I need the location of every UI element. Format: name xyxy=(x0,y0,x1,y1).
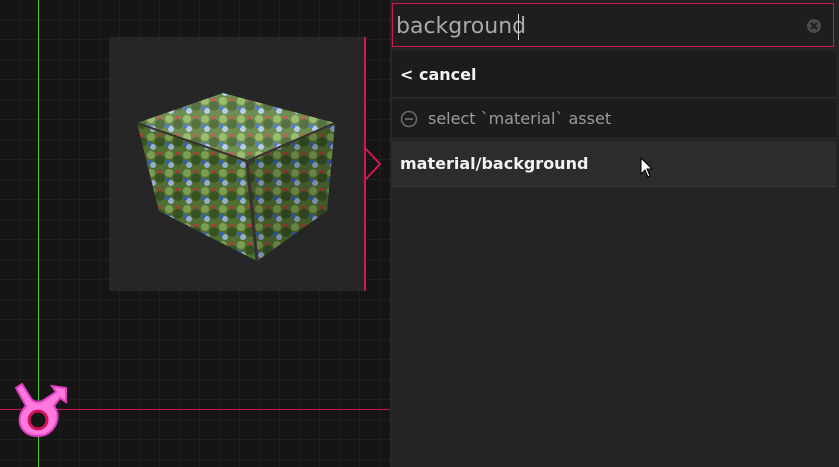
select-hint-label: select `material` asset xyxy=(428,109,612,128)
select-asset-hint: select `material` asset xyxy=(392,99,836,139)
result-item-material-background[interactable]: material/background xyxy=(392,141,836,187)
asset-preview xyxy=(109,37,365,291)
result-item-label: material/background xyxy=(400,154,589,173)
preview-pointer-icon xyxy=(364,148,382,180)
text-caret xyxy=(518,14,519,40)
search-input[interactable] xyxy=(396,12,786,40)
clear-circle-icon[interactable] xyxy=(806,18,822,34)
textured-cube-preview xyxy=(136,93,336,262)
cancel-button[interactable]: < cancel xyxy=(392,51,836,98)
origin-gizmo-icon[interactable] xyxy=(8,378,72,442)
search-box[interactable] xyxy=(392,3,834,47)
asset-picker-panel: < cancel select `material` asset materia… xyxy=(390,0,839,467)
minus-circle-icon xyxy=(400,110,418,127)
mouse-cursor-icon xyxy=(640,157,654,178)
cancel-label: < cancel xyxy=(400,64,477,84)
scene-viewport[interactable] xyxy=(0,0,390,467)
